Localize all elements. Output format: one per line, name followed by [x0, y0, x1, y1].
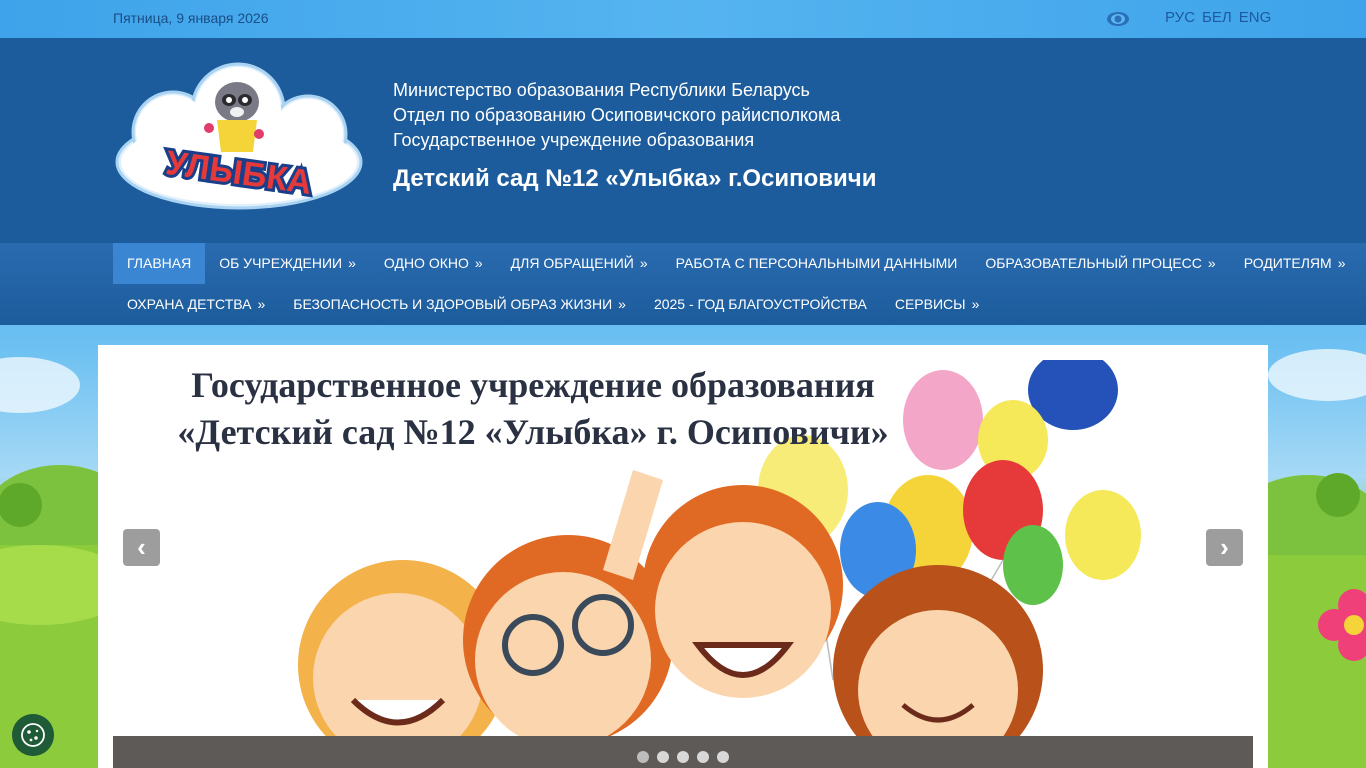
language-switcher: РУС БЕЛ ENG: [1165, 9, 1278, 26]
slider-dot-1[interactable]: [637, 751, 649, 763]
slider-dot-4[interactable]: [697, 751, 709, 763]
top-bar: Пятница, 9 января 2026 РУС БЕЛ ENG: [0, 0, 1366, 38]
submenu-arrow-icon: »: [348, 255, 356, 271]
nav-education-process[interactable]: Образовательный процесс »: [971, 243, 1229, 284]
slide-title-line-2: «Детский сад №12 «Улыбка» г. Осиповичи»: [177, 412, 889, 452]
nav-education-process-label: Образовательный процесс: [985, 255, 1202, 271]
submenu-arrow-icon: »: [257, 296, 266, 312]
nav-personal-data-label: Работа с персональными данными: [675, 255, 958, 271]
submenu-arrow-icon: »: [1337, 255, 1346, 271]
nav-parents-label: Родителям: [1243, 255, 1332, 271]
nav-landscaping-year-label: 2025 - год благоустройства: [653, 296, 867, 312]
nav-services[interactable]: Сервисы »: [881, 284, 994, 325]
cookie-settings-icon[interactable]: [12, 714, 54, 756]
submenu-arrow-icon: »: [618, 296, 626, 312]
nav-safety-health-label: Безопасность и здоровый образ жизни: [293, 296, 613, 312]
slider-pagination-bar: [113, 736, 1253, 768]
main-content: Государственное учреждение образования «…: [98, 345, 1268, 768]
slider-dot-5[interactable]: [717, 751, 729, 763]
nav-appeals[interactable]: Для обращений »: [497, 243, 662, 284]
header-ministry: Министерство образования Республики Бела…: [393, 80, 810, 100]
slider-next-button[interactable]: ›: [1206, 529, 1243, 566]
eye-icon[interactable]: [1106, 9, 1130, 29]
nav-landscaping-year[interactable]: 2025 - год благоустройства: [640, 284, 881, 325]
slide-title-line-1: Государственное учреждение образования: [191, 365, 875, 405]
nav-child-protection[interactable]: Охрана детства »: [113, 284, 279, 325]
submenu-arrow-icon: »: [639, 255, 648, 271]
nav-one-window[interactable]: Одно окно »: [370, 243, 497, 284]
main-navigation: Главная Об учреждении » Одно окно » Для об…: [0, 243, 1366, 325]
slider: Государственное учреждение образования «…: [113, 360, 1253, 736]
nav-personal-data[interactable]: Работа с персональными данными: [662, 243, 972, 284]
nav-about[interactable]: Об учреждении »: [205, 243, 370, 284]
submenu-arrow-icon: »: [1207, 255, 1216, 271]
slider-dots: [637, 751, 737, 763]
site-title[interactable]: Детский сад №12 «Улыбка» г.Осиповичи: [393, 165, 877, 193]
header-text: Министерство образования Республики Бела…: [393, 78, 877, 193]
site-header: УЛЫБКА УЛЫБКА Министерство образования Р…: [0, 38, 1366, 243]
nav-appeals-label: Для обращений: [510, 255, 634, 271]
lang-ru[interactable]: РУС: [1165, 9, 1195, 26]
nav-home[interactable]: Главная: [113, 243, 206, 284]
nav-home-label: Главная: [127, 255, 192, 271]
slider-dot-3[interactable]: [677, 751, 689, 763]
submenu-arrow-icon: »: [971, 296, 980, 312]
lang-en[interactable]: ENG: [1239, 9, 1272, 26]
nav-row-2: Охрана детства » Безопасность и здоровый …: [113, 284, 993, 325]
lang-by[interactable]: БЕЛ: [1202, 9, 1232, 26]
background-grass-right: [1268, 349, 1366, 768]
slider-prev-button[interactable]: ‹: [123, 529, 160, 566]
nav-child-protection-label: Охрана детства: [127, 296, 252, 312]
background-grass-left: [0, 357, 98, 768]
nav-row-1: Главная Об учреждении » Одно окно » Для об…: [113, 243, 1360, 284]
header-department: Отдел по образованию Осиповичского райис…: [393, 105, 841, 125]
nav-parents[interactable]: Родителям »: [1230, 243, 1360, 284]
site-logo[interactable]: УЛЫБКА УЛЫБКА: [113, 62, 365, 214]
nav-one-window-label: Одно окно: [383, 255, 469, 271]
header-institution: Государственное учреждение образования: [393, 130, 755, 150]
submenu-arrow-icon: »: [474, 255, 483, 271]
nav-about-label: Об учреждении: [219, 255, 343, 271]
current-date: Пятница, 9 января 2026: [113, 10, 269, 26]
slider-dot-2[interactable]: [657, 751, 669, 763]
slide-title: Государственное учреждение образования «…: [113, 362, 953, 456]
nav-safety-health[interactable]: Безопасность и здоровый образ жизни »: [279, 284, 640, 325]
nav-services-label: Сервисы: [894, 296, 966, 312]
